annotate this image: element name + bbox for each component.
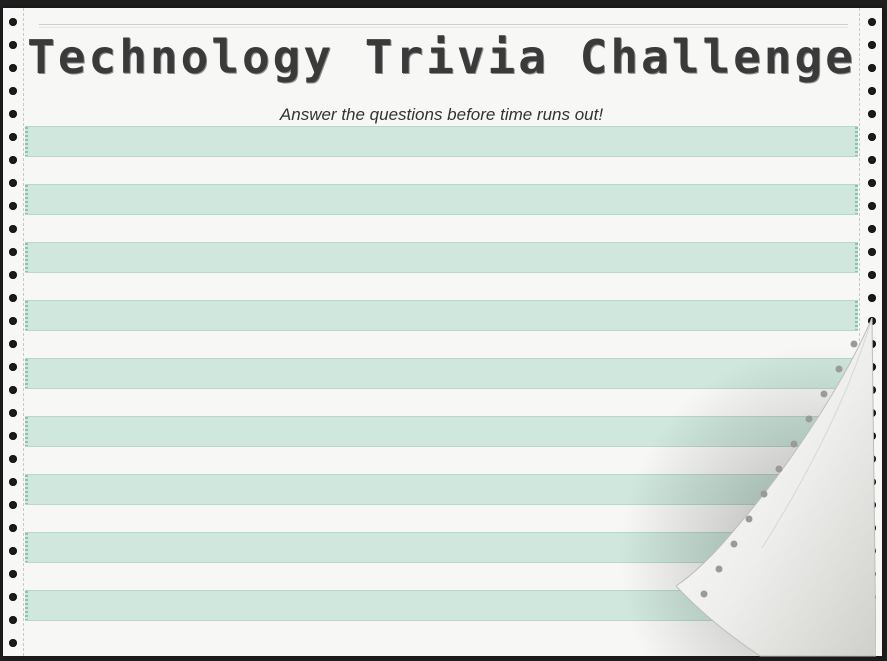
tractor-feed-hole-icon [9, 294, 17, 302]
tractor-feed-hole-icon [868, 41, 876, 49]
tractor-feed-hole-icon [9, 317, 17, 325]
curl-hole-icon [730, 540, 738, 548]
page-subtitle: Answer the questions before time runs ou… [279, 105, 604, 124]
stripe-edge [25, 185, 28, 214]
tractor-feed-hole-icon [9, 593, 17, 601]
curl-hole-icon [745, 515, 753, 523]
tractor-feed-hole-icon [868, 248, 876, 256]
tractor-feed-hole-icon [9, 271, 17, 279]
tractor-feed-hole-icon [868, 202, 876, 210]
curl-hole-icon [805, 415, 813, 423]
tractor-feed-hole-icon [868, 294, 876, 302]
tractor-feed-hole-icon [9, 41, 17, 49]
tractor-feed-hole-icon [9, 18, 17, 26]
curl-hole-icon [835, 365, 843, 373]
page-curl-icon[interactable] [676, 318, 876, 658]
header: Technology Trivia Challenge Answer the q… [25, 8, 858, 126]
tractor-feed-hole-icon [9, 432, 17, 440]
curl-hole-icon [760, 490, 768, 498]
curl-hole-icon [790, 440, 798, 448]
tractor-feed-hole-icon [868, 18, 876, 26]
stripe-edge [25, 301, 28, 330]
tractor-feed-hole-icon [868, 156, 876, 164]
stripe-edge [25, 359, 28, 388]
tractor-feed-hole-icon [9, 547, 17, 555]
tractor-feed-hole-icon [868, 179, 876, 187]
tractor-feed-hole-icon [9, 455, 17, 463]
curl-hole-icon [850, 340, 858, 348]
green-stripe [25, 184, 858, 215]
tractor-feed-hole-icon [9, 639, 17, 647]
tractor-feed-hole-icon [9, 133, 17, 141]
stripe-edge [855, 185, 858, 214]
tractor-feed-hole-icon [9, 524, 17, 532]
tractor-feed-hole-icon [9, 386, 17, 394]
tractor-feed-hole-icon [868, 225, 876, 233]
stripe-edge [25, 591, 28, 620]
tractor-feed-hole-icon [868, 110, 876, 118]
tractor-feed-hole-icon [9, 363, 17, 371]
curl-hole-icon [820, 390, 828, 398]
tractor-feed-hole-icon [9, 64, 17, 72]
left-tractor-feed-strip [3, 8, 23, 656]
curl-hole-icon [775, 465, 783, 473]
page-title: Technology Trivia Challenge [27, 30, 856, 84]
tractor-feed-hole-icon [9, 501, 17, 509]
tractor-feed-hole-icon [868, 271, 876, 279]
stripe-edge [855, 243, 858, 272]
tractor-feed-hole-icon [9, 202, 17, 210]
tractor-feed-hole-icon [9, 570, 17, 578]
tractor-feed-hole-icon [9, 87, 17, 95]
tractor-feed-hole-icon [868, 133, 876, 141]
curl-hole-icon [700, 590, 708, 598]
trivia-page: Technology Trivia Challenge Answer the q… [0, 0, 887, 661]
tractor-feed-hole-icon [868, 87, 876, 95]
curl-hole-icon [715, 565, 723, 573]
tractor-feed-hole-icon [9, 156, 17, 164]
title-rule [39, 24, 848, 28]
tractor-feed-hole-icon [9, 110, 17, 118]
stripe-edge [855, 127, 858, 156]
stripe-edge [25, 475, 28, 504]
stripe-edge [25, 533, 28, 562]
tractor-feed-hole-icon [9, 340, 17, 348]
stripe-edge [25, 127, 28, 156]
stripe-edge [25, 243, 28, 272]
stripe-edge [25, 417, 28, 446]
tractor-feed-hole-icon [868, 64, 876, 72]
tractor-feed-hole-icon [9, 225, 17, 233]
tractor-feed-hole-icon [9, 248, 17, 256]
left-perforation-line [23, 8, 24, 656]
tractor-feed-hole-icon [9, 478, 17, 486]
green-stripe [25, 242, 858, 273]
tractor-feed-hole-icon [9, 409, 17, 417]
green-stripe [25, 126, 858, 157]
tractor-feed-hole-icon [9, 616, 17, 624]
tractor-feed-hole-icon [9, 179, 17, 187]
